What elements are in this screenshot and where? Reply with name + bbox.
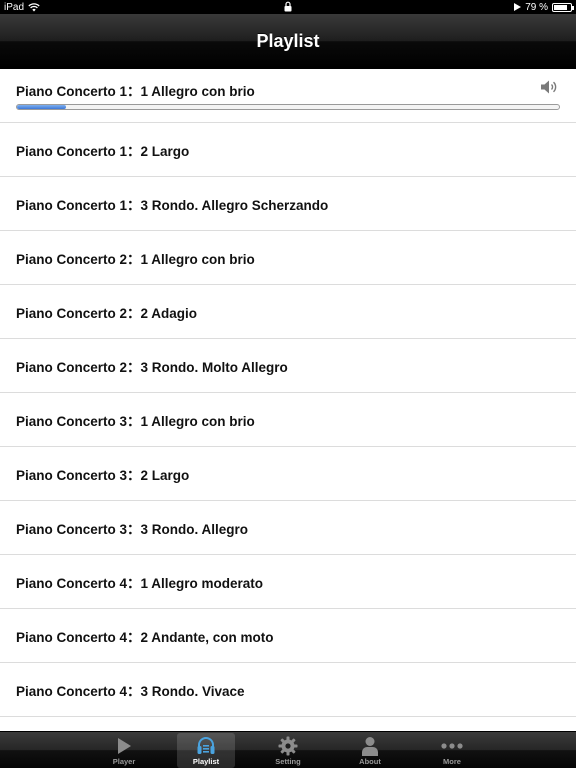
track-title: Piano Concerto 4：3 Rondo. Vivace [16,683,245,699]
track-title: Piano Concerto 2：3 Rondo. Molto Allegro [16,359,288,375]
more-dots-icon [441,736,463,756]
list-item[interactable]: Piano Concerto 3：1 Allegro con brio [0,393,576,447]
battery-icon [552,2,574,12]
play-status-icon [514,3,522,11]
tab-label: Playlist [192,757,220,766]
list-item[interactable]: Piano Concerto 2：2 Adagio [0,285,576,339]
page-title: Playlist [256,30,320,51]
list-item[interactable]: Piano Concerto 4：2 Andante, con moto [0,609,576,663]
list-item[interactable]: Piano Concerto 3：3 Rondo. Allegro [0,501,576,555]
track-title: Piano Concerto 3：3 Rondo. Allegro [16,521,249,537]
tab-label: About [359,757,381,766]
tab-label: Player [112,757,136,766]
track-title: Piano Concerto 4：1 Allegro moderato [16,575,264,591]
battery-percent: 79 % [525,1,548,13]
device-name: iPad [4,1,25,13]
list-item[interactable]: Piano Concerto 4：3 Rondo. Vivace [0,663,576,717]
tab-setting[interactable]: Setting [259,733,317,768]
list-item[interactable]: Piano Concerto 3：2 Largo [0,447,576,501]
list-item[interactable]: Piano Concerto 2：3 Rondo. Molto Allegro [0,339,576,393]
navigation-bar: Playlist [0,14,576,69]
list-item[interactable]: Piano Concerto 2：1 Allegro con brio [0,231,576,285]
playback-progress-fill [17,105,66,109]
person-icon [361,736,379,756]
list-item[interactable]: Piano Concerto 1：2 Largo [0,123,576,177]
playback-progress-bar[interactable] [16,104,560,110]
tab-more[interactable]: More [423,733,481,768]
wifi-icon [28,2,40,12]
status-bar: iPad 79 % [0,0,576,14]
lock-icon [284,1,292,12]
tab-label: More [443,757,461,766]
tab-player[interactable]: Player [95,733,153,768]
playlist-icon [196,736,216,756]
list-item[interactable]: Piano Concerto 1：3 Rondo. Allegro Scherz… [0,177,576,231]
track-title: Piano Concerto 1：1 Allegro con brio [16,84,255,99]
track-title: Piano Concerto 4：2 Andante, con moto [16,629,274,645]
track-title: Piano Concerto 2：1 Allegro con brio [16,251,255,267]
list-item-now-playing[interactable]: Piano Concerto 1：1 Allegro con brio [0,69,576,123]
tab-bar: Player Playlist Setting About More [0,731,576,768]
track-title: Piano Concerto 1：3 Rondo. Allegro Scherz… [16,197,329,213]
gear-icon [278,736,298,756]
tab-label: Setting [275,757,301,766]
speaker-icon [540,79,560,100]
track-title: Piano Concerto 3：1 Allegro con brio [16,413,255,429]
track-title: Piano Concerto 1：2 Largo [16,143,190,159]
playlist[interactable]: Piano Concerto 1：1 Allegro con brio Pian… [0,69,576,731]
tab-playlist[interactable]: Playlist [177,733,235,768]
track-title: Piano Concerto 2：2 Adagio [16,305,198,321]
track-title: Piano Concerto 3：2 Largo [16,467,190,483]
battery-level [554,4,567,10]
list-item[interactable]: Piano Concerto 4：1 Allegro moderato [0,555,576,609]
tab-about[interactable]: About [341,733,399,768]
play-icon [116,736,132,756]
